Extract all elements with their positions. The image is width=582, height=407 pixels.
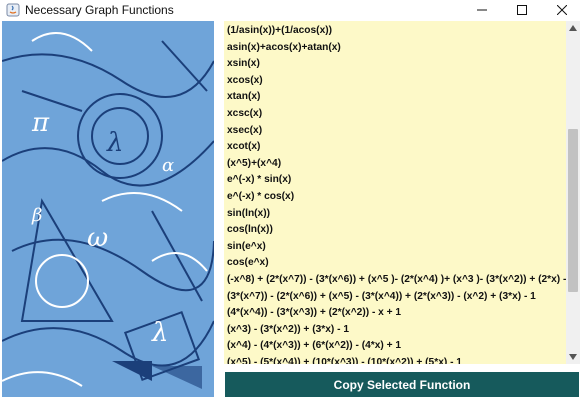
java-icon (6, 3, 20, 17)
function-list-item[interactable]: xcot(x) (227, 139, 566, 156)
close-icon (557, 5, 567, 15)
function-list-item[interactable]: (-x^8) + (2*(x^7)) - (3*(x^6)) + (x^5 )-… (227, 272, 566, 289)
svg-text:ω: ω (87, 223, 108, 253)
function-list-item[interactable]: (x^3) - (3*(x^2)) + (3*x) - 1 (227, 322, 566, 339)
math-wallpaper-panel: λ ω π λ β α (2, 21, 214, 397)
svg-text:α: α (162, 155, 174, 176)
minimize-button[interactable] (462, 0, 502, 20)
minimize-icon (477, 9, 487, 11)
function-list-item[interactable]: cos(e^x) (227, 255, 566, 272)
scroll-thumb[interactable] (568, 129, 578, 292)
svg-text:λ: λ (151, 318, 168, 348)
function-list-item[interactable]: (4*(x^4)) - (3*(x^3)) + (2*(x^2)) - x + … (227, 305, 566, 322)
scroll-up-button[interactable] (566, 21, 580, 35)
function-list-item[interactable]: e^(-x) * cos(x) (227, 189, 566, 206)
triangle-down-icon (569, 354, 577, 360)
title-bar: Necessary Graph Functions (0, 0, 582, 20)
svg-text:λ: λ (106, 128, 123, 158)
function-list-item[interactable]: xcos(x) (227, 73, 566, 90)
function-list-item[interactable]: xtan(x) (227, 89, 566, 106)
window-title: Necessary Graph Functions (25, 3, 174, 17)
vertical-scrollbar[interactable] (566, 21, 580, 364)
function-list-item[interactable]: (1/asin(x))+(1/acos(x)) (227, 23, 566, 40)
function-list-item[interactable]: e^(-x) * sin(x) (227, 172, 566, 189)
function-list-item[interactable]: sin(e^x) (227, 239, 566, 256)
function-list-item[interactable]: cos(ln(x)) (227, 222, 566, 239)
copy-selected-function-button[interactable]: Copy Selected Function (225, 372, 579, 397)
function-list-item[interactable]: asin(x)+acos(x)+atan(x) (227, 40, 566, 57)
function-list[interactable]: (1/asin(x))+(1/acos(x)) asin(x)+acos(x)+a… (224, 21, 566, 364)
maximize-button[interactable] (502, 0, 542, 20)
scroll-down-button[interactable] (566, 350, 580, 364)
function-list-item[interactable]: (x^4) - (4*(x^3)) + (6*(x^2)) - (4*x) + … (227, 338, 566, 355)
window-bottom-edge (0, 399, 582, 407)
svg-text:π: π (31, 108, 50, 138)
function-list-item[interactable]: xsec(x) (227, 123, 566, 140)
math-doodle-wallpaper: λ ω π λ β α (2, 21, 214, 397)
close-button[interactable] (542, 0, 582, 20)
function-list-item[interactable]: (x^5)+(x^4) (227, 156, 566, 173)
triangle-up-icon (569, 25, 577, 31)
function-list-item[interactable]: (x^5) - (5*(x^4)) + (10*(x^3)) - (10*(x^… (227, 355, 566, 364)
svg-text:β: β (31, 205, 42, 226)
maximize-icon (517, 5, 527, 15)
function-list-item[interactable]: sin(ln(x)) (227, 206, 566, 223)
function-list-item[interactable]: xcsc(x) (227, 106, 566, 123)
function-list-item[interactable]: (3*(x^7)) - (2*(x^6)) + (x^5) - (3*(x^4)… (227, 289, 566, 306)
function-list-item[interactable]: xsin(x) (227, 56, 566, 73)
